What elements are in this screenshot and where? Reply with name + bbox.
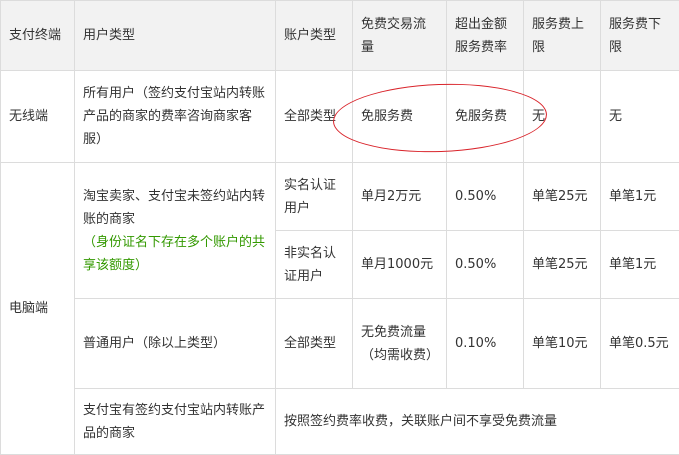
fee-table: 支付终端 用户类型 账户类型 免费交易流量 超出金额服务费率 服务费上限 服务费…	[0, 0, 679, 455]
excess-rate-cell: 0.50%	[447, 231, 524, 299]
excess-rate-cell: 免服务费	[447, 71, 524, 163]
fee-min-cell: 单笔1元	[601, 163, 679, 231]
terminal-wireless: 无线端	[1, 71, 75, 163]
fee-max-cell: 单笔10元	[524, 299, 601, 389]
fee-max-cell: 单笔25元	[524, 163, 601, 231]
header-terminal: 支付终端	[1, 1, 75, 71]
account-type-cell: 全部类型	[276, 299, 353, 389]
fee-max-cell: 单笔25元	[524, 231, 601, 299]
free-volume-cell: 单月2万元	[353, 163, 447, 231]
account-type-cell: 实名认证用户	[276, 163, 353, 231]
user-type-text: 淘宝卖家、支付宝未签约站内转账的商家	[83, 185, 267, 231]
header-row: 支付终端 用户类型 账户类型 免费交易流量 超出金额服务费率 服务费上限 服务费…	[1, 1, 679, 71]
user-type-cell: 支付宝有签约支付宝站内转账产品的商家	[75, 389, 276, 455]
table-row-wireless: 无线端 所有用户（签约支付宝站内转账产品的商家的费率咨询商家客服） 全部类型 免…	[1, 71, 679, 163]
header-fee-min: 服务费下限	[601, 1, 679, 71]
header-user-type: 用户类型	[75, 1, 276, 71]
fee-max-cell: 无	[524, 71, 601, 163]
user-type-cell: 所有用户（签约支付宝站内转账产品的商家的费率咨询商家客服）	[75, 71, 276, 163]
shared-quota-note: （身份证名下存在多个账户的共享该额度）	[83, 231, 267, 277]
header-free-volume: 免费交易流量	[353, 1, 447, 71]
table-row-contracted: 支付宝有签约支付宝站内转账产品的商家 按照签约费率收费，关联账户间不享受免费流量	[1, 389, 679, 455]
fee-min-cell: 单笔1元	[601, 231, 679, 299]
fee-min-cell: 无	[601, 71, 679, 163]
header-fee-max: 服务费上限	[524, 1, 601, 71]
excess-rate-cell: 0.10%	[447, 299, 524, 389]
excess-rate-cell: 0.50%	[447, 163, 524, 231]
user-type-cell: 普通用户（除以上类型）	[75, 299, 276, 389]
user-type-cell: 淘宝卖家、支付宝未签约站内转账的商家 （身份证名下存在多个账户的共享该额度）	[75, 163, 276, 299]
account-type-cell: 非实名认证用户	[276, 231, 353, 299]
table-row-ordinary: 普通用户（除以上类型） 全部类型 无免费流量（均需收费） 0.10% 单笔10元…	[1, 299, 679, 389]
table-row-verified: 电脑端 淘宝卖家、支付宝未签约站内转账的商家 （身份证名下存在多个账户的共享该额…	[1, 163, 679, 231]
header-excess-rate: 超出金额服务费率	[447, 1, 524, 71]
free-volume-cell: 无免费流量（均需收费）	[353, 299, 447, 389]
free-volume-cell: 单月1000元	[353, 231, 447, 299]
free-volume-cell: 免服务费	[353, 71, 447, 163]
fee-min-cell: 单笔0.5元	[601, 299, 679, 389]
account-type-cell: 全部类型	[276, 71, 353, 163]
header-account-type: 账户类型	[276, 1, 353, 71]
terminal-pc: 电脑端	[1, 163, 75, 455]
policy-cell: 按照签约费率收费，关联账户间不享受免费流量	[276, 389, 679, 455]
